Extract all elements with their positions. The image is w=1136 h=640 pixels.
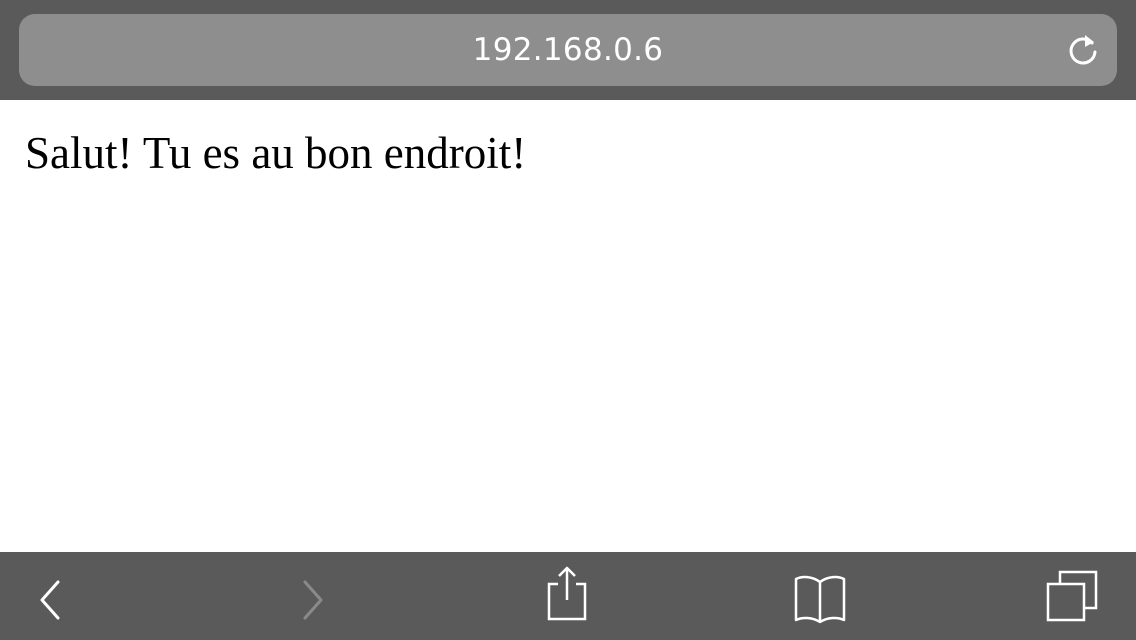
share-button[interactable] <box>532 552 602 640</box>
page-text: Salut! Tu es au bon endroit! <box>25 128 527 178</box>
address-bar[interactable]: 192.168.0.6 <box>19 14 1117 86</box>
chevron-left-icon <box>40 580 60 620</box>
share-icon <box>547 566 587 621</box>
book-icon <box>794 575 846 624</box>
url-text[interactable]: 192.168.0.6 <box>19 14 1117 86</box>
bookmarks-button[interactable] <box>786 552 856 640</box>
tabs-icon <box>1046 570 1098 622</box>
back-button[interactable] <box>16 552 86 640</box>
chevron-right-icon <box>303 580 323 620</box>
reload-button[interactable] <box>1065 32 1101 68</box>
web-content: Salut! Tu es au bon endroit! <box>0 100 1136 552</box>
tabs-button[interactable] <box>1038 552 1108 640</box>
browser-toolbar <box>0 552 1136 640</box>
reload-icon <box>1069 35 1097 65</box>
forward-button[interactable] <box>276 552 346 640</box>
browser-top-bar: 192.168.0.6 <box>0 0 1136 100</box>
